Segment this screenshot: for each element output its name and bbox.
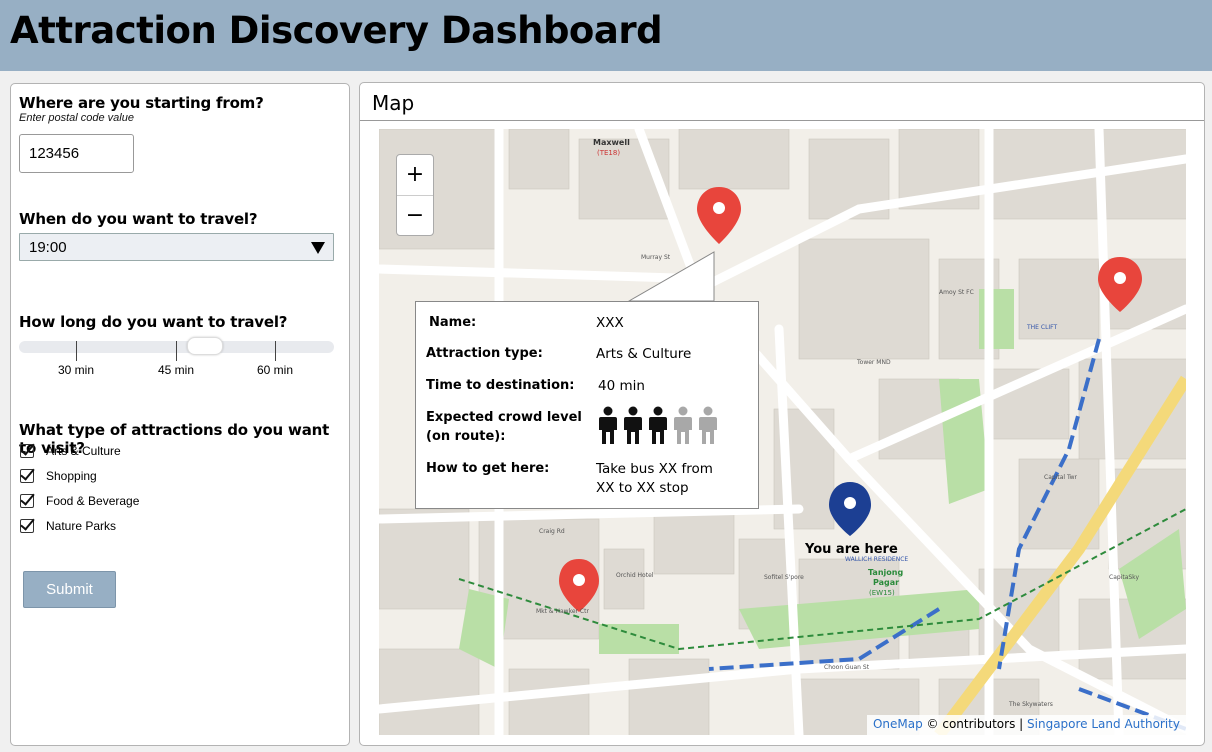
checkbox-label: Nature Parks <box>46 519 117 533</box>
page-title: Attraction Discovery Dashboard <box>10 9 663 52</box>
zoom-control: + − <box>396 154 434 236</box>
divider <box>360 120 1204 121</box>
time-select-value: 19:00 <box>29 239 67 256</box>
popup-time-value: 40 min <box>598 378 645 394</box>
person-icon <box>674 406 692 444</box>
person-icon <box>599 406 617 444</box>
header-bar: Attraction Discovery Dashboard <box>0 0 1212 71</box>
svg-text:Murray St: Murray St <box>641 254 671 261</box>
slider-label: 30 min <box>57 363 95 377</box>
map-panel: Map Maxwell (TE18) Tanjong Pagar (EW15) … <box>359 82 1205 746</box>
slider-tick <box>76 341 77 361</box>
submit-button[interactable]: Submit <box>23 571 116 608</box>
svg-text:Mkt & Hawker Ctr: Mkt & Hawker Ctr <box>536 608 589 615</box>
map-canvas[interactable]: Maxwell (TE18) Tanjong Pagar (EW15) WALL… <box>379 129 1186 735</box>
duration-question: How long do you want to travel? <box>19 313 288 331</box>
checkbox-nature-parks[interactable]: Nature Parks <box>20 518 340 536</box>
svg-text:Craig Rd: Craig Rd <box>539 528 565 535</box>
onemap-link[interactable]: OneMap <box>873 717 923 731</box>
current-location-pin <box>829 482 871 536</box>
caret-down-icon <box>311 242 325 254</box>
slider-tick <box>176 341 177 361</box>
checkbox-checked-icon[interactable] <box>20 469 34 483</box>
popup-route-value-1: Take bus XX from <box>596 461 713 477</box>
slider-thumb[interactable] <box>187 337 223 355</box>
svg-text:Choon Guan St: Choon Guan St <box>824 664 870 671</box>
popup-name-value: XXX <box>596 315 624 331</box>
checkbox-label: Arts & Culture <box>46 444 121 458</box>
attraction-popup: Name: XXX Attraction type: Arts & Cultur… <box>415 301 759 509</box>
popup-time-label: Time to destination: <box>426 378 575 393</box>
slider-tick <box>275 341 276 361</box>
attribution-text: © contributors | <box>926 717 1024 731</box>
svg-text:WALLICH RESIDENCE: WALLICH RESIDENCE <box>845 556 908 563</box>
checkbox-label: Shopping <box>46 469 97 483</box>
person-icon <box>649 406 667 444</box>
popup-crowd-label-2: (on route): <box>426 429 506 444</box>
checkbox-shopping[interactable]: Shopping <box>20 468 340 486</box>
person-icon <box>699 406 717 444</box>
checkbox-checked-icon[interactable] <box>20 519 34 533</box>
checkbox-checked-icon[interactable] <box>20 494 34 508</box>
svg-text:Pagar: Pagar <box>873 578 899 587</box>
popup-route-label: How to get here: <box>426 461 550 476</box>
person-icon <box>624 406 642 444</box>
sla-link[interactable]: Singapore Land Authority <box>1027 717 1180 731</box>
you-are-here-label: You are here <box>805 542 898 557</box>
time-question: When do you want to travel? <box>19 210 258 228</box>
popup-type-label: Attraction type: <box>426 346 543 361</box>
crowd-level-indicator <box>598 406 738 446</box>
postal-code-input[interactable] <box>19 134 134 173</box>
svg-text:Sofitel S'pore: Sofitel S'pore <box>764 574 804 581</box>
svg-text:Tanjong: Tanjong <box>868 568 903 577</box>
zoom-out-button[interactable]: − <box>397 196 433 236</box>
svg-text:Orchid Hotel: Orchid Hotel <box>616 572 654 579</box>
svg-text:Amoy St FC: Amoy St FC <box>939 289 974 296</box>
svg-text:Capital Twr: Capital Twr <box>1044 474 1078 481</box>
svg-text:Maxwell: Maxwell <box>593 138 630 147</box>
filter-panel: Where are you starting from? Enter posta… <box>10 83 350 746</box>
checkbox-checked-icon[interactable] <box>20 444 34 458</box>
svg-text:CapitaSky: CapitaSky <box>1109 574 1139 581</box>
start-hint: Enter postal code value <box>19 112 134 124</box>
popup-type-value: Arts & Culture <box>596 346 692 362</box>
start-question: Where are you starting from? <box>19 94 264 112</box>
zoom-in-button[interactable]: + <box>397 155 433 195</box>
svg-text:(EW15): (EW15) <box>869 589 895 597</box>
popup-route-value-2: XX to XX stop <box>596 480 689 496</box>
svg-text:(TE18): (TE18) <box>597 149 620 157</box>
popup-name-label: Name: <box>429 315 477 330</box>
checkbox-arts-culture[interactable]: Arts & Culture <box>20 443 340 461</box>
checkbox-food-beverage[interactable]: Food & Beverage <box>20 493 340 511</box>
popup-crowd-label: Expected crowd level <box>426 410 582 425</box>
map-attribution: OneMap © contributors | Singapore Land A… <box>866 715 1186 735</box>
duration-slider[interactable]: 30 min 45 min 60 min <box>19 337 334 377</box>
svg-text:THE CLIFT: THE CLIFT <box>1026 324 1058 331</box>
attraction-pin <box>697 187 741 244</box>
map-title: Map <box>372 91 415 115</box>
slider-label: 60 min <box>256 363 294 377</box>
checkbox-label: Food & Beverage <box>46 494 140 508</box>
svg-text:The Skywaters: The Skywaters <box>1008 701 1053 708</box>
time-select[interactable]: 19:00 <box>19 233 334 261</box>
slider-label: 45 min <box>157 363 195 377</box>
svg-text:Tower MND: Tower MND <box>856 359 891 366</box>
